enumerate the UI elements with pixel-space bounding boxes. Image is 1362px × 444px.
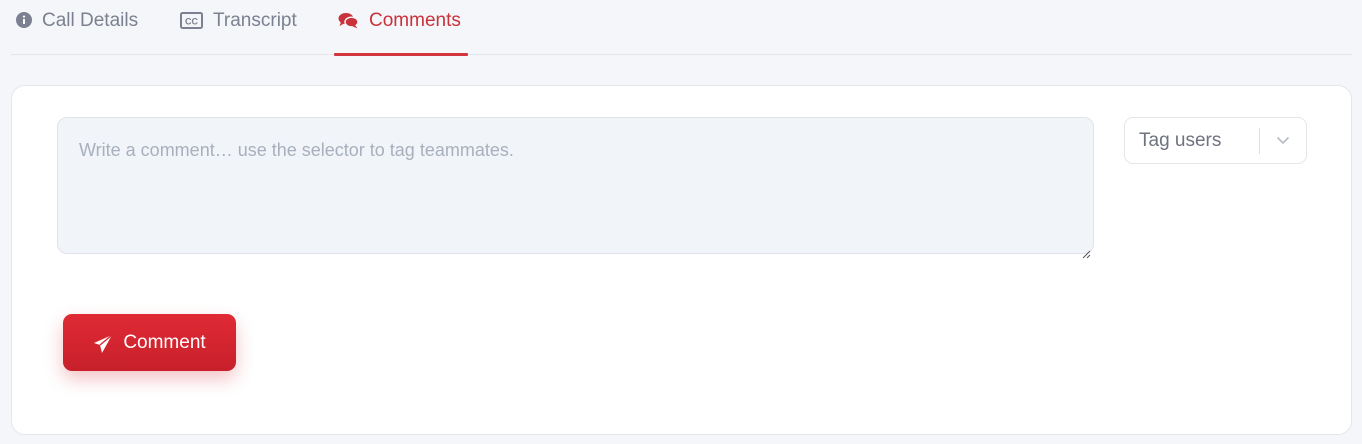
paper-plane-icon xyxy=(93,333,113,354)
comment-submit-button[interactable]: Comment xyxy=(63,314,236,371)
tab-bar: Call Details CC Transcript Comments xyxy=(11,0,1352,56)
chevron-down-icon[interactable] xyxy=(1260,136,1306,145)
comments-panel: Write a comment… use the selector to tag… xyxy=(11,85,1352,435)
tag-users-label: Tag users xyxy=(1139,129,1222,151)
comment-placeholder: Write a comment… use the selector to tag… xyxy=(79,140,514,160)
tab-call-details[interactable]: Call Details xyxy=(16,0,138,55)
tab-label: Call Details xyxy=(42,10,139,31)
info-circle-icon xyxy=(16,12,32,28)
svg-text:CC: CC xyxy=(185,17,198,27)
tab-comments[interactable]: Comments xyxy=(334,0,468,56)
tab-transcript[interactable]: CC Transcript xyxy=(180,0,297,55)
tag-users-select[interactable]: Tag users xyxy=(1124,117,1307,164)
tab-label: Comments xyxy=(369,10,461,31)
comment-input[interactable]: Write a comment… use the selector to tag… xyxy=(57,117,1094,259)
comment-button-label: Comment xyxy=(123,331,206,353)
closed-captions-icon: CC xyxy=(180,12,203,29)
comments-icon xyxy=(338,12,359,29)
tab-label: Transcript xyxy=(213,10,297,31)
resize-handle-icon[interactable] xyxy=(1081,241,1091,259)
